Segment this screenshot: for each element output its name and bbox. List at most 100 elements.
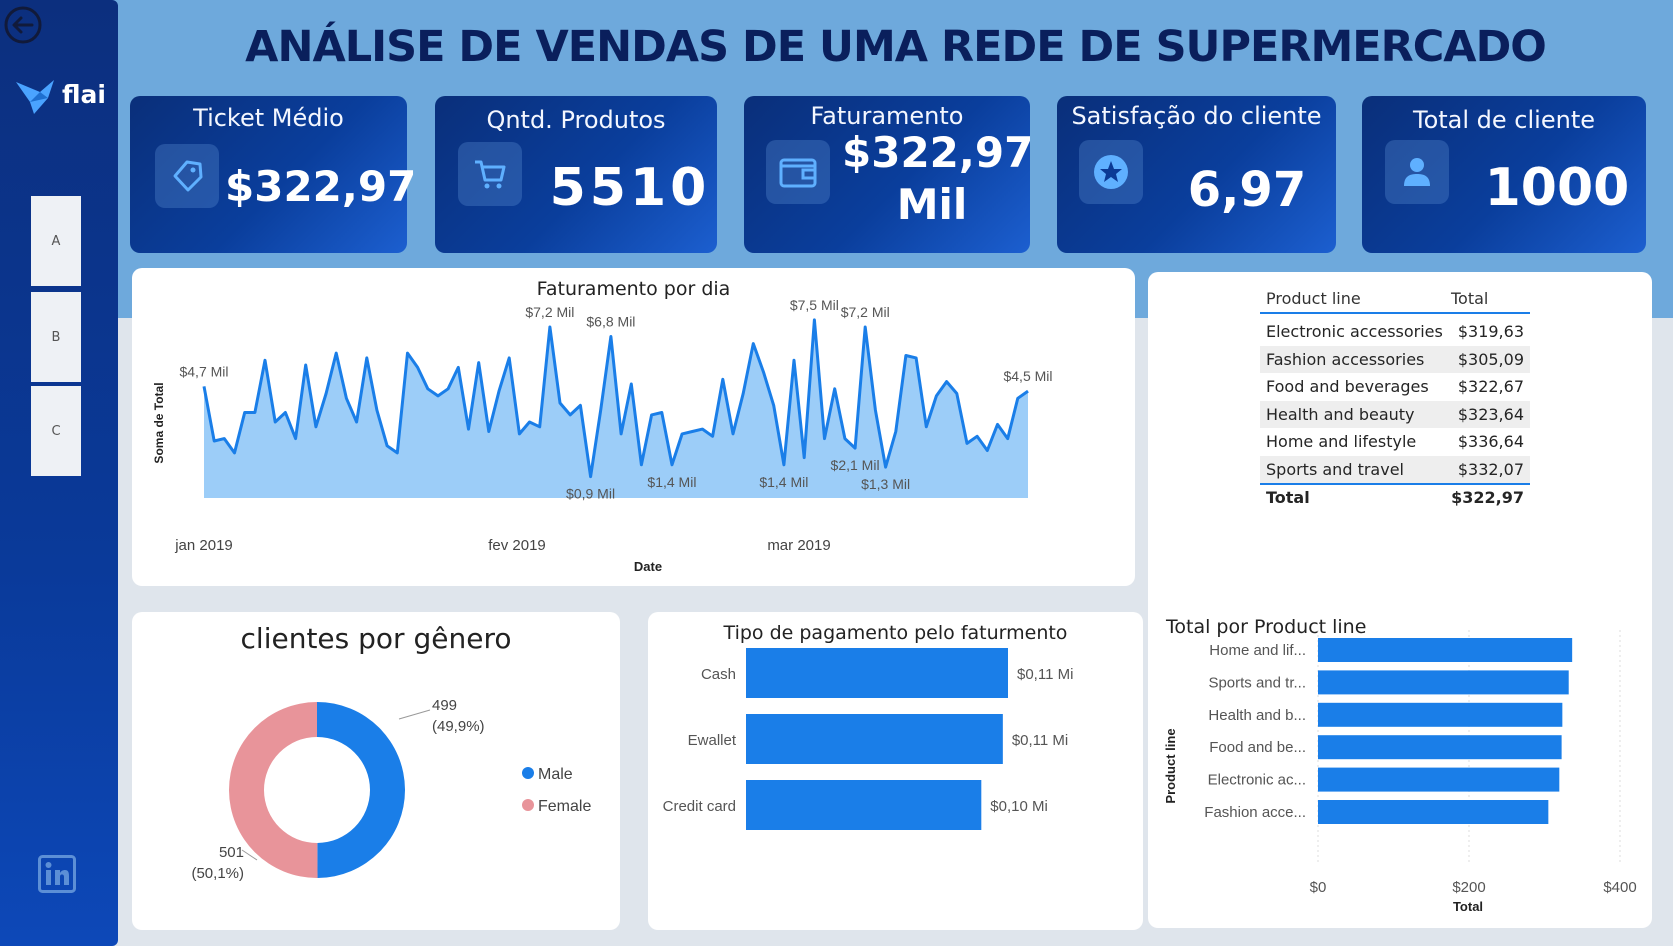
legend-swatch-female: [522, 799, 534, 811]
kpi-label: Faturamento: [810, 102, 964, 130]
table-row: Food and beverages $322,67: [1260, 373, 1530, 401]
kpi-card-faturamento: Faturamento $322,97 Mil: [744, 96, 1034, 253]
area-fill: [204, 319, 1028, 498]
y-axis-label: Product line: [1163, 728, 1178, 803]
table-row: Electronic accessories $319,63: [1260, 318, 1530, 346]
data-label: $4,5 Mil: [1003, 368, 1052, 384]
kpi-label: Qntd. Produtos: [486, 106, 666, 134]
x-tick: $400: [1603, 879, 1636, 896]
tag-icon: [155, 144, 219, 208]
gender-donut-card: clientes por gênero 499 (49,9%) 501 (50,…: [132, 612, 620, 930]
bar-product-line: [1318, 767, 1560, 792]
bar-product-line: [1318, 735, 1562, 760]
nav-button-c[interactable]: C: [31, 386, 81, 476]
leader-line: [398, 709, 431, 720]
linkedin-icon[interactable]: [38, 855, 76, 893]
cell-product: Fashion accessories: [1266, 349, 1425, 369]
kpi-card-total-cliente: Total de cliente 1000: [1362, 96, 1646, 253]
data-label: $0,9 Mil: [566, 486, 615, 502]
star-icon: [1079, 140, 1143, 204]
kpi-card-satisfacao: Satisfação do cliente 6,97: [1057, 96, 1336, 253]
column-header[interactable]: Total: [1451, 289, 1488, 308]
data-label: $1,4 Mil: [647, 474, 696, 490]
table-total-row: Total $322,97: [1260, 483, 1530, 511]
cell-product: Health and beauty: [1266, 404, 1415, 424]
kpi-label: Satisfação do cliente: [1071, 102, 1322, 130]
table-header: Product line Total: [1260, 284, 1530, 314]
data-label: $0,11 Mi: [1017, 666, 1073, 683]
cell-total: $323,64: [1457, 404, 1524, 424]
category-label: Ewallet: [688, 732, 737, 749]
data-label: $4,7 Mil: [179, 363, 228, 379]
category-label: Home and lif...: [1209, 642, 1306, 659]
category-label: Cash: [701, 666, 736, 683]
cell-product: Sports and travel: [1266, 459, 1404, 479]
wallet-icon: [766, 140, 830, 204]
legend-swatch-male: [522, 767, 534, 779]
data-label: $7,2 Mil: [525, 304, 574, 320]
kpi-label: Total de cliente: [1413, 106, 1595, 134]
donut-slice-male: [317, 702, 406, 878]
legend-label: Male: [538, 766, 573, 783]
data-label: (50,1%): [191, 865, 244, 882]
column-header[interactable]: Product line: [1266, 289, 1451, 308]
table-row: Home and lifestyle $336,64: [1260, 428, 1530, 456]
nav-button-b[interactable]: B: [31, 292, 81, 382]
table-row: Fashion accessories $305,09: [1260, 345, 1530, 373]
x-axis-label: Total: [1453, 899, 1483, 914]
kpi-label: Ticket Médio: [193, 104, 344, 132]
payment-chart-card: Tipo de pagamento pelo faturmento Cash $0…: [648, 612, 1143, 930]
category-label: Fashion acce...: [1204, 804, 1306, 821]
legend-label: Female: [538, 798, 591, 815]
table-row: Sports and travel $332,07: [1260, 455, 1530, 483]
payment-bar-chart: Cash $0,11 Mi Ewallet $0,11 Mi Credit card $0…: [663, 648, 1073, 830]
cell-total: $305,09: [1457, 349, 1524, 369]
x-axis-label: Date: [634, 559, 662, 574]
nav-button-a[interactable]: A: [31, 196, 81, 286]
bar-product-line: [1318, 670, 1569, 695]
kpi-value: 5510: [549, 158, 711, 218]
bar-product-line: [1318, 638, 1573, 662]
kpi-card-ticket-medio: Ticket Médio $322,97: [130, 96, 417, 253]
data-label: $2,1 Mil: [831, 457, 880, 473]
data-label: $7,2 Mil: [841, 304, 890, 320]
x-tick: fev 2019: [488, 537, 546, 554]
y-axis-label: Soma de Total: [152, 382, 166, 463]
x-tick: $200: [1452, 879, 1485, 896]
x-tick: jan 2019: [174, 537, 233, 554]
bar-cash: [746, 648, 1008, 698]
data-label: (49,9%): [432, 718, 485, 735]
kpi-value-unit: Mil: [896, 180, 968, 229]
user-icon: [1385, 140, 1449, 204]
bar-credit-card: [746, 780, 982, 830]
product-line-table: Product line Total Electronic accessorie…: [1260, 284, 1530, 511]
x-tick: mar 2019: [767, 537, 830, 554]
x-tick: $0: [1310, 879, 1327, 896]
data-label: $1,3 Mil: [861, 476, 910, 492]
bar-ewallet: [746, 714, 1003, 764]
kpi-value: $322,97: [225, 162, 417, 211]
kpi-value: $322,97: [842, 128, 1034, 177]
cell-product: Electronic accessories: [1266, 322, 1443, 342]
page-title: ANÁLISE DE VENDAS DE UMA REDE DE SUPERME…: [245, 22, 1547, 72]
cell-total: $319,63: [1457, 322, 1524, 342]
data-label: $7,5 Mil: [790, 297, 839, 313]
bar-product-line: [1318, 702, 1563, 727]
category-label: Food and be...: [1209, 739, 1306, 756]
data-label: 501: [219, 844, 244, 861]
cell-total: $332,07: [1457, 459, 1524, 479]
line-chart: Soma de Total jan 2019 fev 2019 mar 2019…: [152, 297, 1053, 574]
sidebar: flai A B C: [0, 0, 118, 946]
data-label: $0,10 Mi: [990, 798, 1048, 815]
category-label: Credit card: [663, 798, 736, 815]
product-line-bar-chart: Product line Total $0 $200 $400 Home and li…: [1163, 630, 1637, 914]
kpi-card-qntd-produtos: Qntd. Produtos 5510: [435, 96, 717, 253]
category-label: Electronic ac...: [1208, 772, 1306, 789]
line-chart-card: Faturamento por dia Soma de Total jan 20…: [132, 268, 1135, 586]
data-label: 499: [432, 697, 457, 714]
gender-donut-chart: 499 (49,9%) 501 (50,1%) Male Female: [191, 697, 591, 882]
cell-total-value: $322,97: [1451, 488, 1524, 508]
category-label: Sports and tr...: [1208, 674, 1306, 691]
cell-total: $336,64: [1457, 432, 1524, 452]
back-arrow-icon[interactable]: [2, 4, 44, 46]
